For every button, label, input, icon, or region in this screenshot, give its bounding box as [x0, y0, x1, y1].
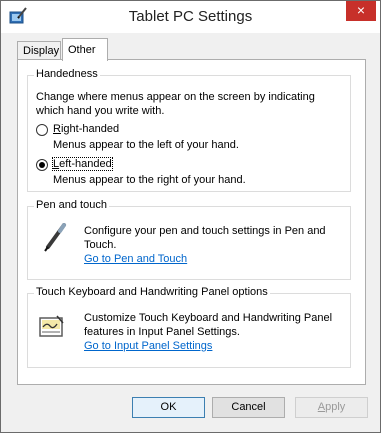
left-handed-description: Menus appear to the right of your hand. — [53, 174, 246, 186]
apply-button[interactable]: Apply — [295, 397, 368, 418]
pen-touch-group: Pen and touch Configure your pen and tou… — [27, 199, 351, 280]
cancel-button[interactable]: Cancel — [212, 397, 285, 418]
handedness-group: Handedness Change where menus appear on … — [27, 68, 351, 192]
go-to-input-panel-link[interactable]: Go to Input Panel Settings — [84, 340, 212, 352]
close-icon: × — [356, 2, 366, 18]
close-button[interactable]: × — [346, 1, 376, 21]
pen-touch-description: Configure your pen and touch settings in… — [84, 225, 326, 251]
touch-keyboard-title: Touch Keyboard and Handwriting Panel opt… — [34, 286, 270, 298]
tablet-pc-settings-window: Tablet PC Settings × Display Other Hande… — [0, 0, 381, 433]
right-handed-description: Menus appear to the left of your hand. — [53, 139, 239, 151]
input-panel-icon — [39, 315, 64, 337]
handedness-title: Handedness — [34, 68, 100, 80]
radio-selected-dot — [39, 162, 45, 168]
tab-display[interactable]: Display — [17, 41, 61, 60]
tab-panel-other: Handedness Change where menus appear on … — [17, 59, 366, 385]
tab-other[interactable]: Other — [62, 38, 108, 61]
ok-button[interactable]: OK — [132, 397, 205, 418]
pen-touch-title: Pen and touch — [34, 199, 109, 211]
right-handed-label[interactable]: Right-handed — [53, 123, 119, 135]
title-bar: Tablet PC Settings × — [1, 1, 380, 33]
touch-keyboard-description: Customize Touch Keyboard and Handwriting… — [84, 312, 333, 338]
pen-icon — [44, 223, 66, 252]
touch-keyboard-group: Touch Keyboard and Handwriting Panel opt… — [27, 286, 351, 368]
window-title: Tablet PC Settings — [128, 8, 253, 25]
right-handed-radio[interactable] — [36, 124, 48, 136]
handedness-description: Change where menus appear on the screen … — [36, 91, 315, 117]
left-handed-label[interactable]: Left-handed — [52, 157, 113, 171]
go-to-pen-touch-link[interactable]: Go to Pen and Touch — [84, 253, 187, 265]
left-handed-radio[interactable] — [36, 159, 48, 171]
